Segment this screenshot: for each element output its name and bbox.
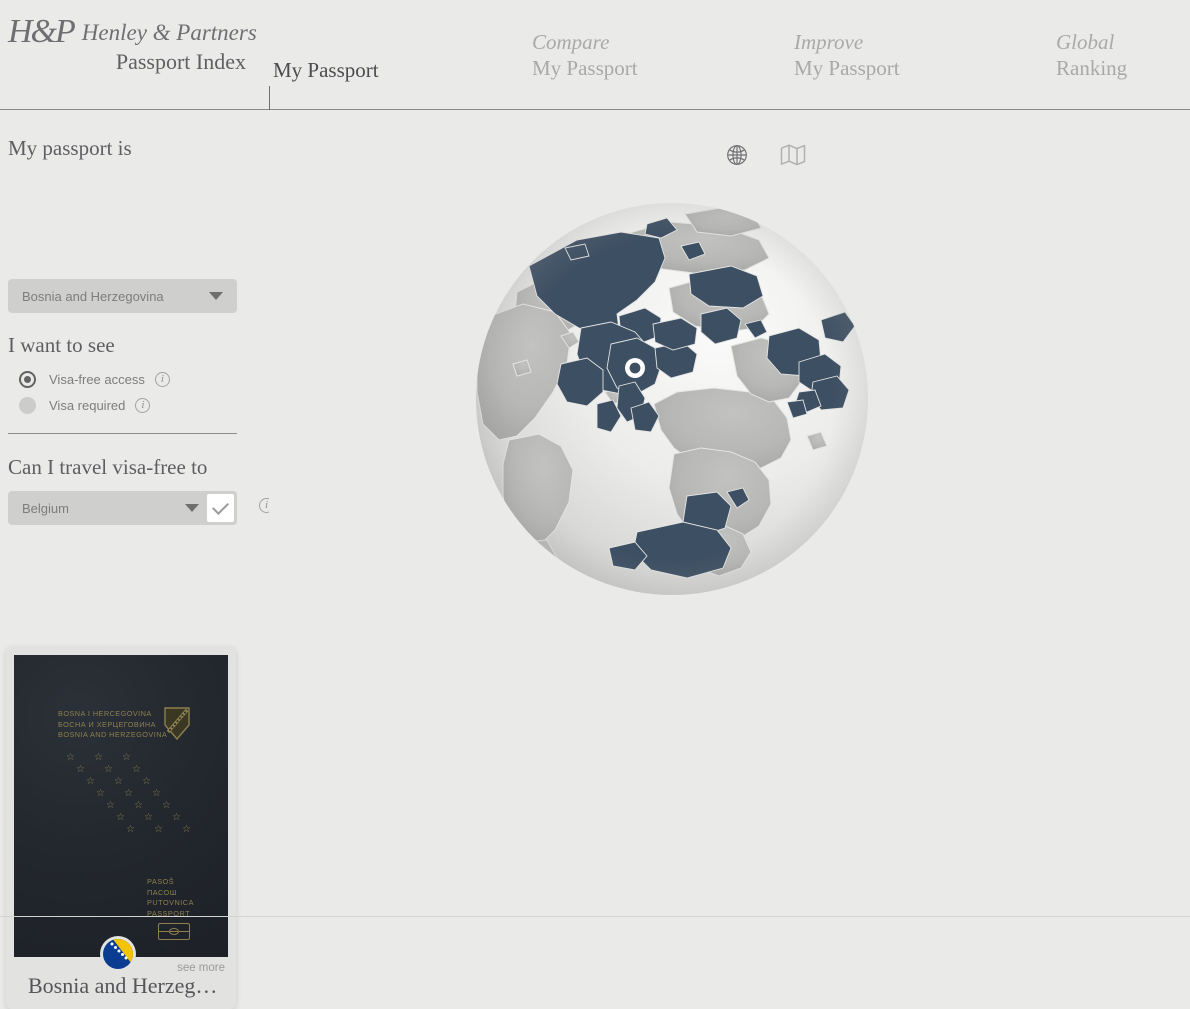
nav-my-passport[interactable]: My Passport: [273, 57, 379, 83]
brand-subtitle: Passport Index: [115, 49, 246, 74]
passport-cover-image: BOSNA I HERCEGOVINA БОСНА И ХЕРЦЕГОВИНА …: [14, 655, 228, 957]
chevron-down-icon: [209, 292, 223, 300]
card-country-title: Bosnia and Herzeg…: [28, 973, 218, 998]
bosnia-and-herzegovina-flag-icon: [103, 939, 133, 969]
nav-my-passport-label: My Passport: [273, 58, 379, 82]
main-visualization-area: [269, 110, 1190, 917]
globe-visualization[interactable]: [469, 196, 875, 602]
my-passport-label: My passport is: [8, 136, 132, 160]
country-flag-badge: [100, 936, 136, 972]
destination-country-select[interactable]: Belgium: [8, 491, 237, 525]
i-want-to-see-label: I want to see: [8, 333, 115, 357]
passport-footer-line-1: PASOŠ: [147, 877, 175, 886]
chevron-down-icon: [185, 504, 199, 512]
biometric-chip-icon: [158, 923, 190, 940]
nav-improve-my-passport[interactable]: Improve My Passport: [794, 30, 900, 81]
brand-block[interactable]: H&P Henley & Partners Passport Index: [8, 14, 258, 76]
can-i-travel-label: Can I travel visa-free to: [8, 455, 208, 479]
passport-footer-line-2: ПАСОШ: [147, 887, 177, 897]
passport-cover-passport-lines: PASOŠ ПАСОШ PUTOVNICA PASSPORT: [147, 877, 194, 919]
nav-compare-line1: Compare: [532, 30, 610, 54]
globe-limb-glow: [476, 203, 868, 595]
flag-star-band: [107, 939, 128, 960]
nav-active-divider: [269, 86, 270, 110]
view-mode-toggle: [724, 142, 806, 168]
radio-visa-free-indicator[interactable]: [19, 370, 36, 388]
home-country-marker: [625, 358, 645, 378]
radio-visa-required[interactable]: Visa required i: [19, 392, 170, 418]
nav-compare-line2: My Passport: [532, 56, 638, 80]
nav-global-line1: Global: [1056, 30, 1115, 54]
passport-cover-star-pattern: ☆ ☆ ☆ ☆ ☆ ☆ ☆ ☆ ☆ ☆ ☆ ☆ ☆ ☆ ☆ ☆ ☆ ☆ ☆ ☆: [66, 752, 191, 835]
coat-of-arms-icon: [164, 707, 190, 740]
sidebar-divider: [8, 433, 237, 434]
passport-country-value: Bosnia and Herzegovina: [22, 288, 164, 304]
radio-visa-required-indicator[interactable]: [19, 396, 36, 414]
nav-improve-line1: Improve: [794, 30, 864, 54]
site-header: H&P Henley & Partners Passport Index My …: [0, 0, 1190, 110]
visibility-radio-group: Visa-free access i Visa required i: [19, 366, 170, 418]
passport-footer-line-4: PASSPORT: [147, 908, 191, 918]
info-icon[interactable]: i: [154, 371, 170, 387]
map-icon: [780, 144, 806, 166]
globe-icon: [727, 145, 747, 165]
map-view-button[interactable]: [780, 142, 806, 168]
check-icon: [212, 497, 229, 515]
visa-free-result-badge: [207, 494, 234, 522]
info-icon[interactable]: i: [135, 397, 151, 413]
globe-view-button[interactable]: [724, 142, 750, 168]
nav-compare-my-passport[interactable]: Compare My Passport: [532, 30, 638, 81]
henley-partners-logo-icon: H&P: [8, 13, 76, 50]
controls-sidebar: My passport is Bosnia and Herzegovina I …: [0, 110, 274, 1009]
globe-svg: [476, 203, 868, 595]
nav-improve-line2: My Passport: [794, 56, 900, 80]
main-nav: My Passport Compare My Passport Improve …: [269, 0, 1190, 110]
nav-global-ranking[interactable]: Global Ranking: [1056, 30, 1127, 81]
destination-country-value: Belgium: [22, 500, 69, 516]
brand-name: Henley & Partners: [81, 20, 257, 45]
radio-visa-free-access[interactable]: Visa-free access i: [19, 366, 170, 392]
radio-visa-required-label: Visa required: [49, 397, 126, 413]
passport-country-select[interactable]: Bosnia and Herzegovina: [8, 279, 237, 313]
nav-global-line2: Ranking: [1056, 56, 1128, 80]
radio-visa-free-label: Visa-free access: [49, 371, 145, 387]
passport-footer-line-3: PUTOVNICA: [147, 898, 194, 907]
